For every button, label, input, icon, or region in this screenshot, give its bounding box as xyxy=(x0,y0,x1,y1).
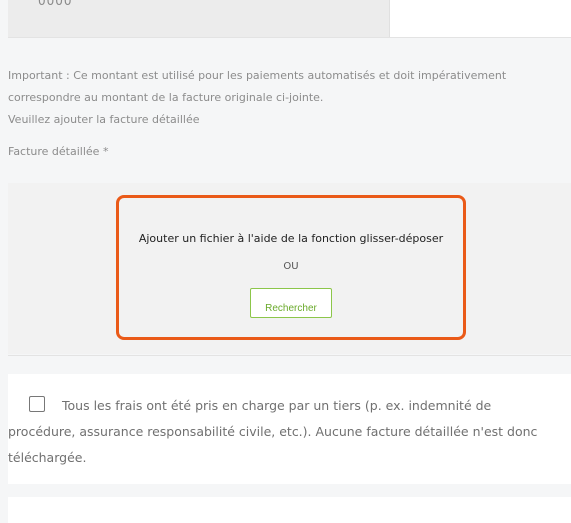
amount-input[interactable]: 0000 xyxy=(8,0,390,37)
important-note: Important : Ce montant est utilisé pour … xyxy=(8,69,507,104)
next-section-card xyxy=(8,497,571,523)
help-text: Important : Ce montant est utilisé pour … xyxy=(8,65,568,131)
browse-button[interactable]: Rechercher xyxy=(250,288,332,318)
amount-value: 0000 xyxy=(38,0,73,8)
drop-zone-title: Ajouter un fichier à l'aide de la foncti… xyxy=(138,232,444,245)
invoice-field-label: Facture détaillée * xyxy=(8,145,109,158)
add-invoice-note: Veuillez ajouter la facture détaillée xyxy=(8,113,200,126)
amount-side-panel xyxy=(390,0,571,37)
drop-zone-or: OU xyxy=(283,261,299,272)
file-drop-zone[interactable]: Ajouter un fichier à l'aide de la foncti… xyxy=(116,195,466,340)
divider xyxy=(8,37,571,38)
third-party-label: Tous les frais ont été pris en charge pa… xyxy=(8,398,538,465)
divider xyxy=(8,355,571,356)
